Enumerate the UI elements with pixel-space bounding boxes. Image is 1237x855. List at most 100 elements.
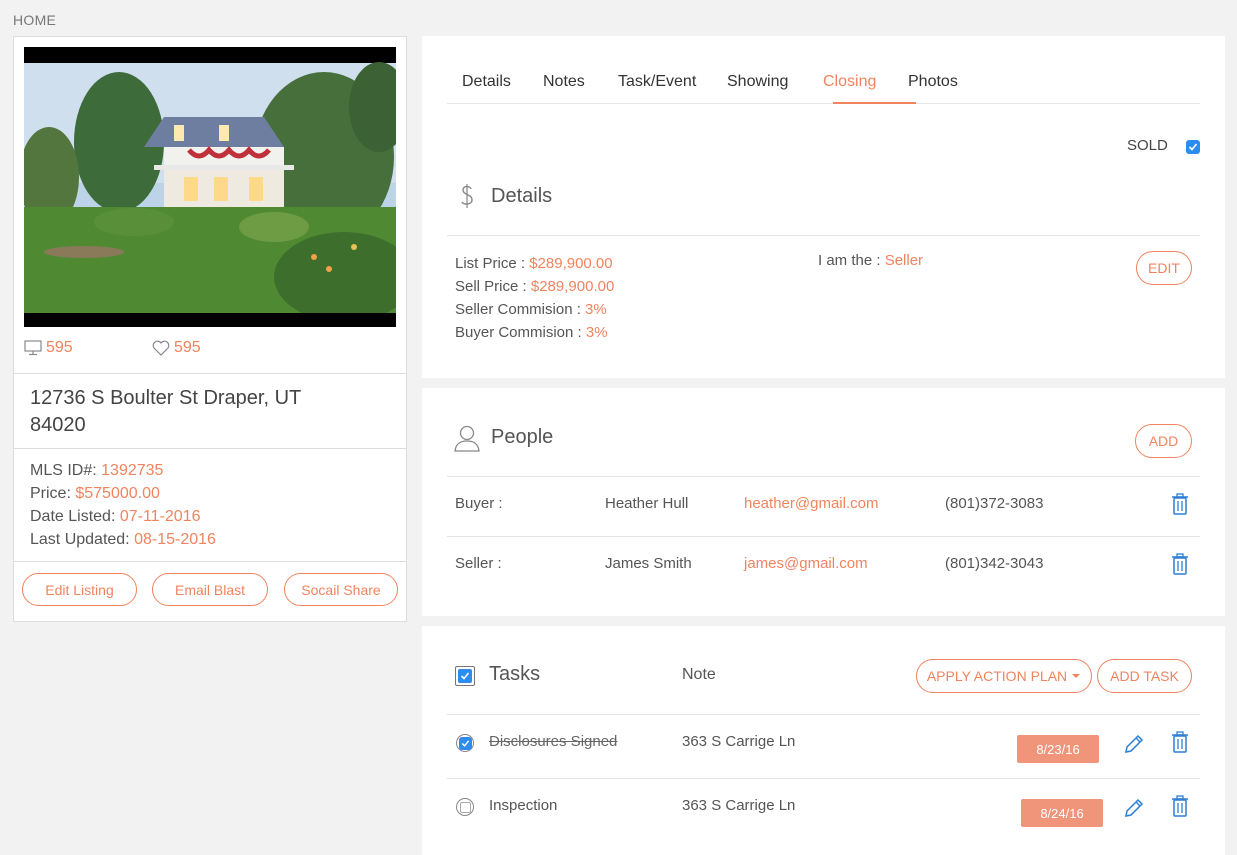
- updated-value: 08-15-2016: [134, 531, 216, 548]
- tab-details[interactable]: Details: [462, 73, 511, 91]
- house-photo-image: [24, 47, 396, 327]
- checkbox-fill: [458, 736, 472, 750]
- check-icon: [1188, 143, 1198, 151]
- edit-listing-button[interactable]: Edit Listing: [22, 573, 137, 606]
- apply-action-plan-label: APPLY ACTION PLAN: [926, 668, 1068, 684]
- price-value: $575000.00: [75, 485, 160, 502]
- mls-value: 1392735: [101, 462, 164, 479]
- listing-address: 12736 S Boulter St Draper, UT 84020: [30, 387, 301, 436]
- person-phone: (801)342-3043: [945, 555, 1044, 572]
- trash-icon[interactable]: [1171, 493, 1189, 515]
- tab-notes[interactable]: Notes: [543, 73, 585, 91]
- sold-label: SOLD: [1127, 137, 1168, 154]
- divider: [14, 373, 406, 374]
- closing-details-panel: Details Notes Task/Event Showing Closing…: [422, 36, 1225, 378]
- price-label: Price:: [30, 485, 71, 502]
- seller-commission-row: Seller Commision : 3%: [455, 298, 614, 321]
- people-panel: People ADD Buyer : Heather Hull heather@…: [422, 388, 1225, 616]
- pencil-icon[interactable]: [1123, 733, 1145, 755]
- trash-icon[interactable]: [1171, 731, 1189, 753]
- caret-down-icon: [1072, 674, 1081, 678]
- sell-price-row: Sell Price : $289,900.00: [455, 275, 614, 298]
- listing-stats: 595 595: [24, 339, 396, 363]
- tab-photos[interactable]: Photos: [908, 73, 958, 91]
- details-section-title: Details: [491, 185, 553, 207]
- views-count: 595: [46, 339, 73, 356]
- list-price-value: $289,900.00: [529, 255, 613, 272]
- dollar-icon: [461, 184, 473, 208]
- task-row: Inspection 363 S Carrige Ln 8/24/16: [447, 779, 1200, 843]
- trash-icon[interactable]: [1171, 795, 1189, 817]
- people-row: Buyer : Heather Hull heather@gmail.com (…: [447, 477, 1200, 537]
- divider: [14, 448, 406, 449]
- task-complete-toggle[interactable]: [456, 734, 474, 752]
- listing-photo[interactable]: [24, 47, 396, 327]
- task-note: 363 S Carrige Ln: [682, 797, 796, 814]
- email-blast-button[interactable]: Email Blast: [152, 573, 268, 606]
- check-icon: [461, 739, 469, 747]
- divider: [447, 235, 1200, 236]
- breadcrumb[interactable]: HOME: [13, 12, 56, 28]
- task-complete-toggle[interactable]: [456, 798, 474, 816]
- pencil-icon[interactable]: [1123, 797, 1145, 819]
- check-icon: [460, 672, 470, 680]
- trash-icon[interactable]: [1171, 553, 1189, 575]
- listed-value: 07-11-2016: [119, 508, 201, 525]
- person-role: Buyer :: [455, 495, 503, 512]
- likes-stat[interactable]: 595: [152, 339, 201, 357]
- listing-card: 595 595 12736 S Boulter St Draper, UT 84…: [13, 36, 407, 622]
- person-icon: [454, 425, 480, 452]
- role-row: I am the : Seller: [818, 252, 923, 269]
- price-details: List Price : $289,900.00 Sell Price : $2…: [455, 252, 614, 344]
- social-share-button[interactable]: Socail Share: [284, 573, 398, 606]
- listed-label: Date Listed:: [30, 508, 116, 525]
- sell-price-value: $289,900.00: [530, 278, 615, 295]
- updated-label: Last Updated:: [30, 531, 130, 548]
- tab-closing[interactable]: Closing: [823, 73, 876, 91]
- person-email-link[interactable]: heather@gmail.com: [744, 495, 878, 512]
- task-name: Disclosures Signed: [489, 733, 618, 750]
- person-phone: (801)372-3083: [945, 495, 1044, 512]
- people-row: Seller : James Smith james@gmail.com (80…: [447, 537, 1200, 597]
- sold-checkbox[interactable]: [1186, 140, 1200, 154]
- edit-details-button[interactable]: EDIT: [1136, 251, 1192, 285]
- heart-icon: [152, 340, 170, 356]
- add-person-button[interactable]: ADD: [1135, 424, 1192, 458]
- task-row: Disclosures Signed 363 S Carrige Ln 8/23…: [447, 715, 1200, 779]
- updated-row: Last Updated: 08-15-2016: [30, 528, 216, 551]
- seller-commission-label: Seller Commision :: [455, 301, 581, 318]
- add-task-button[interactable]: ADD TASK: [1097, 659, 1192, 693]
- checkbox-fill: [458, 669, 472, 683]
- sell-price-label: Sell Price :: [455, 278, 527, 295]
- price-row: Price: $575000.00: [30, 482, 216, 505]
- divider: [14, 561, 406, 562]
- checkbox-empty: [459, 801, 471, 813]
- mls-label: MLS ID#:: [30, 462, 97, 479]
- note-column-header: Note: [682, 666, 716, 683]
- buyer-commission-row: Buyer Commision : 3%: [455, 321, 614, 344]
- monitor-icon: [24, 340, 42, 356]
- task-due-date-badge: 8/23/16: [1017, 735, 1099, 763]
- role-label: I am the :: [818, 252, 881, 269]
- select-all-tasks-checkbox[interactable]: [455, 666, 475, 686]
- people-section-title: People: [491, 426, 554, 448]
- likes-count: 595: [174, 339, 201, 356]
- task-due-date-badge: 8/24/16: [1021, 799, 1103, 827]
- mls-row: MLS ID#: 1392735: [30, 459, 216, 482]
- listing-info: MLS ID#: 1392735 Price: $575000.00 Date …: [30, 459, 216, 551]
- listed-row: Date Listed: 07-11-2016: [30, 505, 216, 528]
- tasks-section-title: Tasks: [489, 663, 541, 685]
- seller-commission-value: 3%: [585, 301, 607, 318]
- tasks-panel: Tasks Note APPLY ACTION PLAN ADD TASK Di…: [422, 626, 1225, 855]
- apply-action-plan-button[interactable]: APPLY ACTION PLAN: [916, 659, 1092, 693]
- person-name: Heather Hull: [605, 495, 689, 512]
- person-email-link[interactable]: james@gmail.com: [744, 555, 868, 572]
- person-role: Seller :: [455, 555, 502, 572]
- tab-showing[interactable]: Showing: [727, 73, 788, 91]
- task-note: 363 S Carrige Ln: [682, 733, 796, 750]
- list-price-label: List Price :: [455, 255, 526, 272]
- buyer-commission-value: 3%: [585, 324, 608, 341]
- tab-task-event[interactable]: Task/Event: [618, 73, 696, 91]
- tab-bar: Details Notes Task/Event Showing Closing…: [447, 60, 1200, 104]
- views-stat: 595: [24, 339, 73, 357]
